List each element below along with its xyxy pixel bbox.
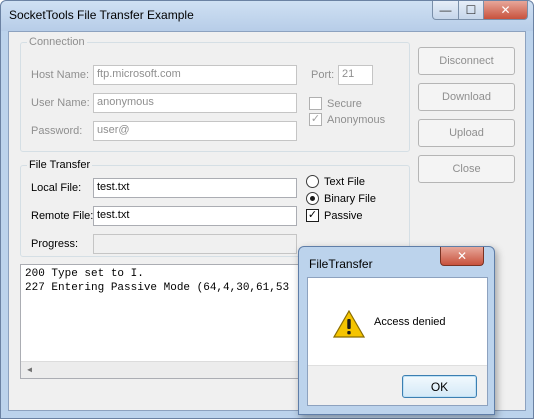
anonymous-checkbox-label: Anonymous: [327, 113, 386, 126]
binary-file-radio[interactable]: Binary File: [306, 192, 376, 205]
secure-checkbox-label: Secure: [327, 97, 362, 110]
progress-label: Progress:: [31, 238, 79, 250]
passive-checkbox-box: ✓: [306, 209, 319, 222]
text-file-radio[interactable]: Text File: [306, 175, 365, 188]
download-button[interactable]: Download: [418, 83, 515, 111]
host-name-field[interactable]: ftp.microsoft.com: [93, 65, 297, 85]
maximize-icon: ☐: [465, 3, 477, 17]
remote-file-field[interactable]: test.txt: [93, 206, 297, 226]
host-name-label: Host Name:: [31, 69, 90, 81]
text-file-radio-label: Text File: [324, 175, 365, 188]
warning-icon: [333, 310, 365, 338]
remote-file-label: Remote File:: [31, 210, 94, 222]
minimize-icon: —: [439, 3, 452, 17]
secure-checkbox-box: [309, 97, 322, 110]
password-field[interactable]: user@: [93, 121, 297, 141]
close-window-button[interactable]: ✕: [484, 1, 528, 20]
dialog-message: Access denied: [374, 316, 446, 328]
dialog-close-button[interactable]: ✕: [440, 247, 484, 266]
window-title: SocketTools File Transfer Example: [9, 8, 194, 22]
local-file-field[interactable]: test.txt: [93, 178, 297, 198]
dialog-body: Access denied OK: [307, 277, 488, 406]
close-icon: ✕: [456, 249, 468, 263]
user-name-label: User Name:: [31, 97, 90, 109]
text-file-radio-circle: [306, 175, 319, 188]
upload-button[interactable]: Upload: [418, 119, 515, 147]
maximize-button[interactable]: ☐: [459, 1, 484, 20]
file-transfer-group-label: File Transfer: [29, 159, 91, 171]
ok-button[interactable]: OK: [402, 375, 477, 398]
progress-bar: [93, 234, 297, 254]
title-bar[interactable]: SocketTools File Transfer Example — ☐ ✕: [1, 1, 533, 31]
binary-file-radio-circle: [306, 192, 319, 205]
binary-file-radio-label: Binary File: [324, 192, 376, 205]
port-label: Port:: [311, 69, 335, 81]
log-line: 200 Type set to I.: [25, 268, 144, 280]
caption-buttons: — ☐ ✕: [432, 1, 528, 21]
local-file-label: Local File:: [31, 182, 82, 194]
anonymous-checkbox[interactable]: ✓ Anonymous: [309, 113, 385, 126]
scroll-left-icon[interactable]: ◀: [21, 362, 38, 378]
connection-group-label: Connection: [29, 36, 85, 48]
password-label: Password:: [31, 125, 83, 137]
log-line: 227 Entering Passive Mode (64,4,30,61,53: [25, 282, 290, 294]
passive-checkbox-label: Passive: [324, 209, 363, 222]
message-dialog: FileTransfer ✕ Access denied OK: [298, 246, 495, 415]
anonymous-checkbox-box: ✓: [309, 113, 322, 126]
disconnect-button[interactable]: Disconnect: [418, 47, 515, 75]
dialog-title: FileTransfer: [309, 257, 373, 271]
port-field[interactable]: 21: [338, 65, 373, 85]
close-icon: ✕: [500, 3, 511, 17]
minimize-button[interactable]: —: [432, 1, 459, 20]
user-name-field[interactable]: anonymous: [93, 93, 297, 113]
secure-checkbox[interactable]: Secure: [309, 97, 362, 110]
dialog-footer: OK: [308, 365, 487, 405]
passive-checkbox[interactable]: ✓ Passive: [306, 209, 363, 222]
close-button[interactable]: Close: [418, 155, 515, 183]
